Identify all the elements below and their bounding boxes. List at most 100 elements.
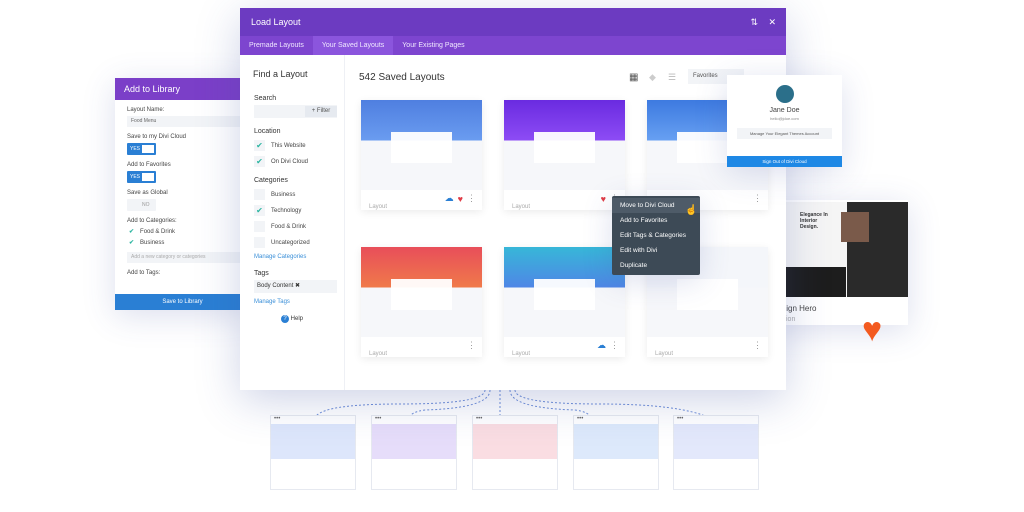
layout-type: Layout xyxy=(369,204,388,210)
context-menu-item[interactable]: Edit Tags & Categories xyxy=(612,228,700,243)
tag-icon[interactable]: ◆ xyxy=(649,72,656,83)
toggle-text: YES xyxy=(130,146,141,152)
category-label: Uncategorized xyxy=(271,239,310,246)
help-link[interactable]: ? Help xyxy=(240,315,344,323)
window-dots-icon: ••• xyxy=(476,416,483,422)
layout-name xyxy=(655,344,768,350)
layout-card[interactable]: Layout ♥⋮ xyxy=(504,100,625,210)
window-dots-icon: ••• xyxy=(375,416,382,422)
heart-icon[interactable]: ♥ xyxy=(862,313,882,347)
panel-title: Add to Library xyxy=(115,78,250,100)
checkbox[interactable]: ✔ xyxy=(254,205,265,216)
checkbox[interactable] xyxy=(254,221,265,232)
more-options-icon[interactable]: ⋮ xyxy=(753,193,762,204)
layout-thumbnail xyxy=(504,100,625,190)
layout-preview-thumbnail: ••• xyxy=(573,415,659,490)
more-options-icon[interactable]: ⋮ xyxy=(610,340,619,351)
category-checkbox[interactable]: Food & Drink xyxy=(254,221,344,232)
cloud-icon[interactable]: ☁ xyxy=(445,193,454,204)
save-to-library-button[interactable]: Save to Library xyxy=(115,294,250,310)
tab-premade[interactable]: Premade Layouts xyxy=(240,36,313,55)
cloud-icon[interactable]: ☁ xyxy=(597,340,606,351)
category-checkbox[interactable]: Business xyxy=(254,189,344,200)
category-checkbox[interactable]: Uncategorized xyxy=(254,237,344,248)
context-menu-item[interactable]: Edit with Divi xyxy=(612,243,700,258)
layout-preview-thumbnail: ••• xyxy=(371,415,457,490)
label: Save to my Divi Cloud xyxy=(127,134,187,140)
tab-saved[interactable]: Your Saved Layouts xyxy=(312,36,394,55)
search-input[interactable]: + Filter xyxy=(254,105,337,118)
sign-out-button[interactable]: Sign Out of Divi Cloud xyxy=(727,156,842,167)
label: Layout Name: xyxy=(127,107,165,113)
grid-view-icon[interactable]: ▦ xyxy=(629,72,638,83)
layout-type: Layout xyxy=(369,351,388,357)
location-checkbox[interactable]: ✔ On Divi Cloud xyxy=(254,156,344,167)
save-cloud-toggle[interactable]: YES xyxy=(127,143,156,155)
layout-type: Layout xyxy=(512,351,531,357)
label: Add to Tags: xyxy=(127,270,161,276)
location-checkbox[interactable]: ✔ This Website xyxy=(254,140,344,151)
toggle-text: NO xyxy=(142,202,150,208)
sidebar: Find a Layout Search + Filter Location ✔… xyxy=(240,55,345,390)
sidebar-title: Find a Layout xyxy=(253,69,308,79)
category-label: Food & Drink xyxy=(271,223,307,230)
category-checkbox[interactable]: ✔ Food & Drink xyxy=(129,228,250,235)
layout-card[interactable]: Layout ☁ ⋮ xyxy=(504,247,625,357)
layout-preview-thumbnail: ••• xyxy=(270,415,356,490)
toggle-text: YES xyxy=(130,174,141,180)
layout-name xyxy=(369,344,482,350)
category-checkbox[interactable]: ✔ Technology xyxy=(254,205,344,216)
heart-icon[interactable]: ♥ xyxy=(601,194,606,204)
list-view-icon[interactable]: ☰ xyxy=(668,72,676,83)
heart-icon[interactable]: ♥ xyxy=(458,194,463,204)
cursor-icon: ☝ xyxy=(685,205,698,216)
profile-email: hello@jdoe.com xyxy=(770,116,799,121)
tag-chip[interactable]: Body Content ✖ xyxy=(254,280,337,293)
label: Add to Categories: xyxy=(127,218,177,224)
more-options-icon[interactable]: ⋮ xyxy=(467,340,476,351)
layout-type: Layout xyxy=(655,351,674,357)
label: Categories xyxy=(254,177,288,184)
layout-thumbnail xyxy=(361,247,482,337)
category-checkbox[interactable]: ✔ Business xyxy=(129,239,250,246)
remove-tag-icon[interactable]: ✖ xyxy=(295,283,300,289)
layout-preview-thumbnail: ••• xyxy=(472,415,558,490)
more-options-icon[interactable]: ⋮ xyxy=(753,340,762,351)
load-layout-modal: Load Layout ⇅ ✕ Premade Layouts Your Sav… xyxy=(240,8,786,390)
category-input[interactable]: Add a new category or categories xyxy=(127,252,250,263)
global-toggle[interactable]: NO xyxy=(127,199,156,211)
layout-card[interactable]: Layout ⋮ xyxy=(361,247,482,357)
layout-thumbnail xyxy=(361,100,482,190)
manage-account-button[interactable]: Manage Your Elegant Themes Account xyxy=(737,128,832,139)
tab-existing[interactable]: Your Existing Pages xyxy=(393,36,473,55)
filter-button[interactable]: + Filter xyxy=(305,106,337,117)
layout-preview-thumbnail: ••• xyxy=(673,415,759,490)
label: Save as Global xyxy=(127,190,168,196)
avatar xyxy=(775,85,794,103)
favorites-toggle[interactable]: YES xyxy=(127,171,156,183)
sort-icon[interactable]: ⇅ xyxy=(750,8,758,36)
manage-tags-link[interactable]: Manage Tags xyxy=(254,299,344,305)
layout-thumbnail xyxy=(504,247,625,337)
manage-categories-link[interactable]: Manage Categories xyxy=(254,254,344,260)
label: Location xyxy=(254,128,281,135)
help-icon: ? xyxy=(280,315,289,323)
category-label: Business xyxy=(271,191,296,198)
layout-name-input[interactable]: Food Menu xyxy=(127,116,250,127)
label: Search xyxy=(254,95,277,102)
context-menu-item[interactable]: Duplicate xyxy=(612,258,700,273)
close-icon[interactable]: ✕ xyxy=(768,8,776,36)
modal-title: Load Layout xyxy=(251,17,301,27)
window-dots-icon: ••• xyxy=(274,416,281,422)
checkbox[interactable] xyxy=(254,189,265,200)
label: Tags xyxy=(254,270,269,277)
card-headline: Elegance In Interior Design. xyxy=(800,212,828,230)
category-label: Technology xyxy=(271,207,302,214)
checkbox[interactable] xyxy=(254,237,265,248)
window-dots-icon: ••• xyxy=(677,416,684,422)
window-dots-icon: ••• xyxy=(577,416,584,422)
label: Add to Favorites xyxy=(127,162,171,168)
more-options-icon[interactable]: ⋮ xyxy=(467,193,476,204)
profile-name: Jane Doe xyxy=(769,107,800,114)
layout-card[interactable]: Layout ☁ ♥ ⋮ xyxy=(361,100,482,210)
